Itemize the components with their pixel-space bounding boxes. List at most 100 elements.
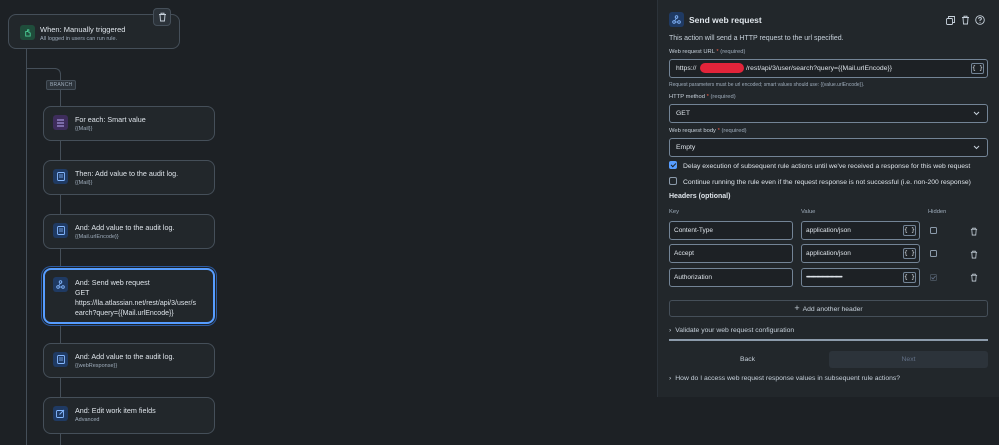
delete-header-button[interactable]	[969, 249, 979, 259]
panel-title: Send web request	[689, 15, 762, 25]
header-value-value: application/json	[806, 227, 851, 234]
hidden-checkbox[interactable]	[930, 250, 937, 257]
branch-tag: BRANCH	[46, 80, 77, 90]
header-key-input[interactable]: Content-Type	[669, 221, 793, 240]
body-label-text: Web request body	[669, 128, 716, 134]
header-value-input[interactable]: application/json { }	[801, 221, 920, 240]
url-suffix: /rest/api/3/user/search?query={{Mail.url…	[746, 65, 893, 72]
step-card-for-each[interactable]: For each: Smart value {{Mail}}	[43, 106, 215, 141]
plus-icon: +	[794, 303, 800, 313]
step-title: And: Edit work item fields	[75, 406, 156, 415]
required-mark: *	[706, 94, 709, 100]
check-icon	[931, 275, 936, 280]
delay-label: Delay execution of subsequent rule actio…	[683, 162, 971, 170]
col-hidden: Hidden	[928, 209, 947, 215]
step-title: And: Add value to the audit log.	[75, 352, 175, 361]
add-header-label: Add another header	[802, 306, 863, 313]
trash-icon	[970, 250, 978, 258]
smart-value-button[interactable]: { }	[903, 272, 916, 283]
required-hint: (required)	[710, 94, 736, 100]
back-button[interactable]: Back	[669, 351, 826, 368]
body-select[interactable]: Empty	[669, 138, 988, 157]
add-header-button[interactable]: + Add another header	[669, 300, 988, 317]
continue-option[interactable]: Continue running the rule even if the re…	[669, 177, 971, 186]
trigger-subtitle: All logged in users can run rule.	[40, 36, 118, 42]
hand-pointer-icon	[20, 25, 35, 40]
smart-value-button[interactable]: { }	[903, 225, 916, 236]
delete-header-button[interactable]	[969, 272, 979, 282]
panel-description: This action will send a HTTP request to …	[669, 35, 844, 42]
url-help-text: Request parameters must be url encoded; …	[669, 82, 865, 88]
smart-value-button[interactable]: { }	[971, 63, 984, 74]
header-key-input[interactable]: Accept	[669, 244, 793, 263]
step-title: For each: Smart value	[75, 115, 146, 124]
flow-connector	[26, 49, 27, 445]
delay-checkbox[interactable]	[669, 161, 677, 169]
access-help-expander[interactable]: › How do I access web request response va…	[669, 375, 900, 382]
step-card-audit-log[interactable]: Then: Add value to the audit log. {{Mail…	[43, 160, 215, 195]
action-config-panel: Send web request This action will send a…	[657, 0, 999, 397]
method-label-text: HTTP method	[669, 94, 705, 100]
webhook-icon	[53, 277, 68, 292]
step-card-audit-log[interactable]: And: Add value to the audit log. {{webRe…	[43, 343, 215, 378]
delete-action-button[interactable]	[959, 14, 971, 26]
continue-checkbox[interactable]	[669, 177, 677, 185]
delay-option[interactable]: Delay execution of subsequent rule actio…	[669, 161, 971, 170]
help-button[interactable]	[974, 14, 986, 26]
expander-divider	[669, 339, 988, 341]
step-url-line: https://lla.atlassian.net/rest/api/3/use…	[75, 300, 197, 307]
col-key: Key	[669, 209, 679, 215]
edit-icon	[53, 406, 68, 421]
method-value: GET	[676, 110, 690, 117]
trash-icon	[961, 15, 969, 25]
step-subtitle: {{webResponse}}	[75, 363, 118, 369]
step-card-edit-fields[interactable]: And: Edit work item fields Advanced	[43, 397, 215, 434]
header-value-value: ••••••••••••••••••••••••••••	[806, 274, 843, 281]
header-key-input[interactable]: Authorization	[669, 268, 793, 287]
step-url-line: earch?query={{Mail.urlEncode}}	[75, 310, 174, 317]
header-key-value: Accept	[674, 250, 694, 257]
chevron-right-icon: ›	[669, 327, 672, 334]
step-title: Then: Add value to the audit log.	[75, 169, 179, 178]
document-icon	[53, 169, 68, 184]
method-label: HTTP method * (required)	[669, 94, 736, 100]
document-icon	[53, 223, 68, 238]
copy-icon	[945, 15, 955, 25]
access-help-label: How do I access web request response val…	[675, 375, 901, 382]
validate-label: Validate your web request configuration	[675, 327, 795, 334]
delete-header-button[interactable]	[969, 226, 979, 236]
step-subtitle: {{Mail.urlEncode}}	[75, 234, 119, 240]
duplicate-button[interactable]	[944, 14, 956, 26]
step-subtitle: {{Mail}}	[75, 126, 93, 132]
url-label-text: Web request URL	[669, 49, 715, 55]
branch-connector-h	[26, 68, 56, 69]
step-card-audit-log[interactable]: And: Add value to the audit log. {{Mail.…	[43, 214, 215, 249]
body-value: Empty	[676, 144, 696, 151]
step-subtitle: {{Mail}}	[75, 180, 93, 186]
header-value-input[interactable]: application/json { }	[801, 244, 920, 263]
next-button[interactable]: Next	[829, 351, 988, 368]
chevron-down-icon	[973, 145, 980, 150]
step-method: GET	[75, 290, 90, 297]
validate-expander[interactable]: › Validate your web request configuration	[669, 327, 794, 334]
redaction-mark	[700, 63, 744, 73]
method-select[interactable]: GET	[669, 104, 988, 123]
url-prefix: https://	[676, 65, 697, 72]
hidden-checkbox[interactable]	[930, 274, 937, 281]
question-icon	[975, 15, 985, 25]
header-value-input[interactable]: •••••••••••••••••••••••••••• { }	[801, 268, 920, 287]
step-card-send-web-request[interactable]: And: Send web request GET https://lla.at…	[43, 268, 215, 324]
url-field[interactable]: https:// /rest/api/3/user/search?query={…	[669, 59, 988, 78]
trash-icon	[970, 273, 978, 281]
col-value: Value	[801, 209, 816, 215]
trigger-title: When: Manually triggered	[40, 25, 126, 34]
smart-value-button[interactable]: { }	[903, 248, 916, 259]
webhook-icon	[669, 12, 684, 27]
step-title: And: Add value to the audit log.	[75, 223, 175, 232]
required-hint: (required)	[721, 128, 747, 134]
hidden-checkbox[interactable]	[930, 227, 937, 234]
header-key-value: Content-Type	[674, 227, 714, 234]
header-value-value: application/json	[806, 250, 851, 257]
step-body: GET https://lla.atlassian.net/rest/api/3…	[75, 289, 210, 319]
delete-trigger-button[interactable]	[153, 8, 171, 26]
